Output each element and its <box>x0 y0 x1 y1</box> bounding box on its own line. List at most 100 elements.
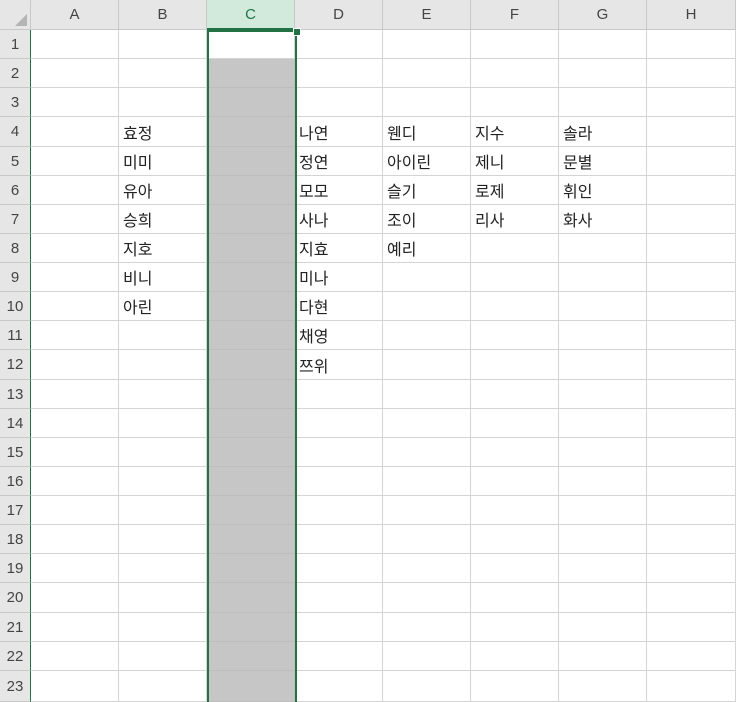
column-header-h[interactable]: H <box>647 0 736 30</box>
cell-h20[interactable] <box>647 583 736 613</box>
cell-h18[interactable] <box>647 525 736 554</box>
cell-f10[interactable] <box>471 292 559 321</box>
cell-h2[interactable] <box>647 59 736 88</box>
cell-d7[interactable]: 사나 <box>295 205 383 234</box>
cell-h12[interactable] <box>647 350 736 380</box>
cell-e19[interactable] <box>383 554 471 583</box>
cell-c23[interactable] <box>207 671 295 702</box>
row-header-11[interactable]: 11 <box>0 321 31 350</box>
cell-b3[interactable] <box>119 88 207 117</box>
cell-c20[interactable] <box>207 583 295 613</box>
row-header-10[interactable]: 10 <box>0 292 31 321</box>
row-header-1[interactable]: 1 <box>0 30 31 59</box>
row-header-3[interactable]: 3 <box>0 88 31 117</box>
cell-c14[interactable] <box>207 409 295 438</box>
cell-c10[interactable] <box>207 292 295 321</box>
cell-a18[interactable] <box>31 525 119 554</box>
column-header-a[interactable]: A <box>31 0 119 30</box>
cell-h11[interactable] <box>647 321 736 350</box>
column-header-g[interactable]: G <box>559 0 647 30</box>
cell-b22[interactable] <box>119 642 207 671</box>
row-header-2[interactable]: 2 <box>0 59 31 88</box>
cell-b1[interactable] <box>119 30 207 59</box>
row-header-23[interactable]: 23 <box>0 671 31 702</box>
cell-f3[interactable] <box>471 88 559 117</box>
cell-g20[interactable] <box>559 583 647 613</box>
row-header-18[interactable]: 18 <box>0 525 31 554</box>
cell-e17[interactable] <box>383 496 471 525</box>
cell-e18[interactable] <box>383 525 471 554</box>
cell-a23[interactable] <box>31 671 119 702</box>
cell-f5[interactable]: 제니 <box>471 147 559 176</box>
cell-f2[interactable] <box>471 59 559 88</box>
cell-e22[interactable] <box>383 642 471 671</box>
cell-g17[interactable] <box>559 496 647 525</box>
cell-f20[interactable] <box>471 583 559 613</box>
cell-c8[interactable] <box>207 234 295 263</box>
cell-d5[interactable]: 정연 <box>295 147 383 176</box>
cell-g15[interactable] <box>559 438 647 467</box>
cell-g3[interactable] <box>559 88 647 117</box>
cell-f1[interactable] <box>471 30 559 59</box>
cell-g8[interactable] <box>559 234 647 263</box>
cell-d15[interactable] <box>295 438 383 467</box>
cell-a11[interactable] <box>31 321 119 350</box>
cell-b2[interactable] <box>119 59 207 88</box>
cell-a15[interactable] <box>31 438 119 467</box>
cell-b8[interactable]: 지호 <box>119 234 207 263</box>
cell-c17[interactable] <box>207 496 295 525</box>
cell-a6[interactable] <box>31 176 119 205</box>
cell-a10[interactable] <box>31 292 119 321</box>
cell-a21[interactable] <box>31 613 119 642</box>
cell-d11[interactable]: 채영 <box>295 321 383 350</box>
cell-d12[interactable]: 쯔위 <box>295 350 383 380</box>
cell-e23[interactable] <box>383 671 471 702</box>
cell-h5[interactable] <box>647 147 736 176</box>
cell-d2[interactable] <box>295 59 383 88</box>
cell-a22[interactable] <box>31 642 119 671</box>
row-header-20[interactable]: 20 <box>0 583 31 613</box>
cell-b23[interactable] <box>119 671 207 702</box>
cell-d8[interactable]: 지효 <box>295 234 383 263</box>
cell-d9[interactable]: 미나 <box>295 263 383 292</box>
cell-d18[interactable] <box>295 525 383 554</box>
cell-g2[interactable] <box>559 59 647 88</box>
cell-e2[interactable] <box>383 59 471 88</box>
cell-c22[interactable] <box>207 642 295 671</box>
cell-d14[interactable] <box>295 409 383 438</box>
cell-a14[interactable] <box>31 409 119 438</box>
cell-a5[interactable] <box>31 147 119 176</box>
cell-b19[interactable] <box>119 554 207 583</box>
cell-h4[interactable] <box>647 117 736 147</box>
cell-c12[interactable] <box>207 350 295 380</box>
cell-b11[interactable] <box>119 321 207 350</box>
row-header-15[interactable]: 15 <box>0 438 31 467</box>
cell-g7[interactable]: 화사 <box>559 205 647 234</box>
cell-b9[interactable]: 비니 <box>119 263 207 292</box>
cell-h7[interactable] <box>647 205 736 234</box>
cell-g19[interactable] <box>559 554 647 583</box>
cell-a12[interactable] <box>31 350 119 380</box>
cell-f23[interactable] <box>471 671 559 702</box>
cell-g22[interactable] <box>559 642 647 671</box>
cell-e6[interactable]: 슬기 <box>383 176 471 205</box>
column-header-e[interactable]: E <box>383 0 471 30</box>
cell-d20[interactable] <box>295 583 383 613</box>
cell-e1[interactable] <box>383 30 471 59</box>
cell-g5[interactable]: 문별 <box>559 147 647 176</box>
cell-c6[interactable] <box>207 176 295 205</box>
column-header-b[interactable]: B <box>119 0 207 30</box>
cell-a7[interactable] <box>31 205 119 234</box>
cell-f14[interactable] <box>471 409 559 438</box>
cell-c19[interactable] <box>207 554 295 583</box>
cell-h19[interactable] <box>647 554 736 583</box>
cell-h6[interactable] <box>647 176 736 205</box>
cell-a4[interactable] <box>31 117 119 147</box>
cell-e5[interactable]: 아이린 <box>383 147 471 176</box>
cell-a8[interactable] <box>31 234 119 263</box>
cell-g11[interactable] <box>559 321 647 350</box>
cell-f11[interactable] <box>471 321 559 350</box>
cell-e13[interactable] <box>383 380 471 409</box>
cell-f4[interactable]: 지수 <box>471 117 559 147</box>
cell-c4[interactable] <box>207 117 295 147</box>
